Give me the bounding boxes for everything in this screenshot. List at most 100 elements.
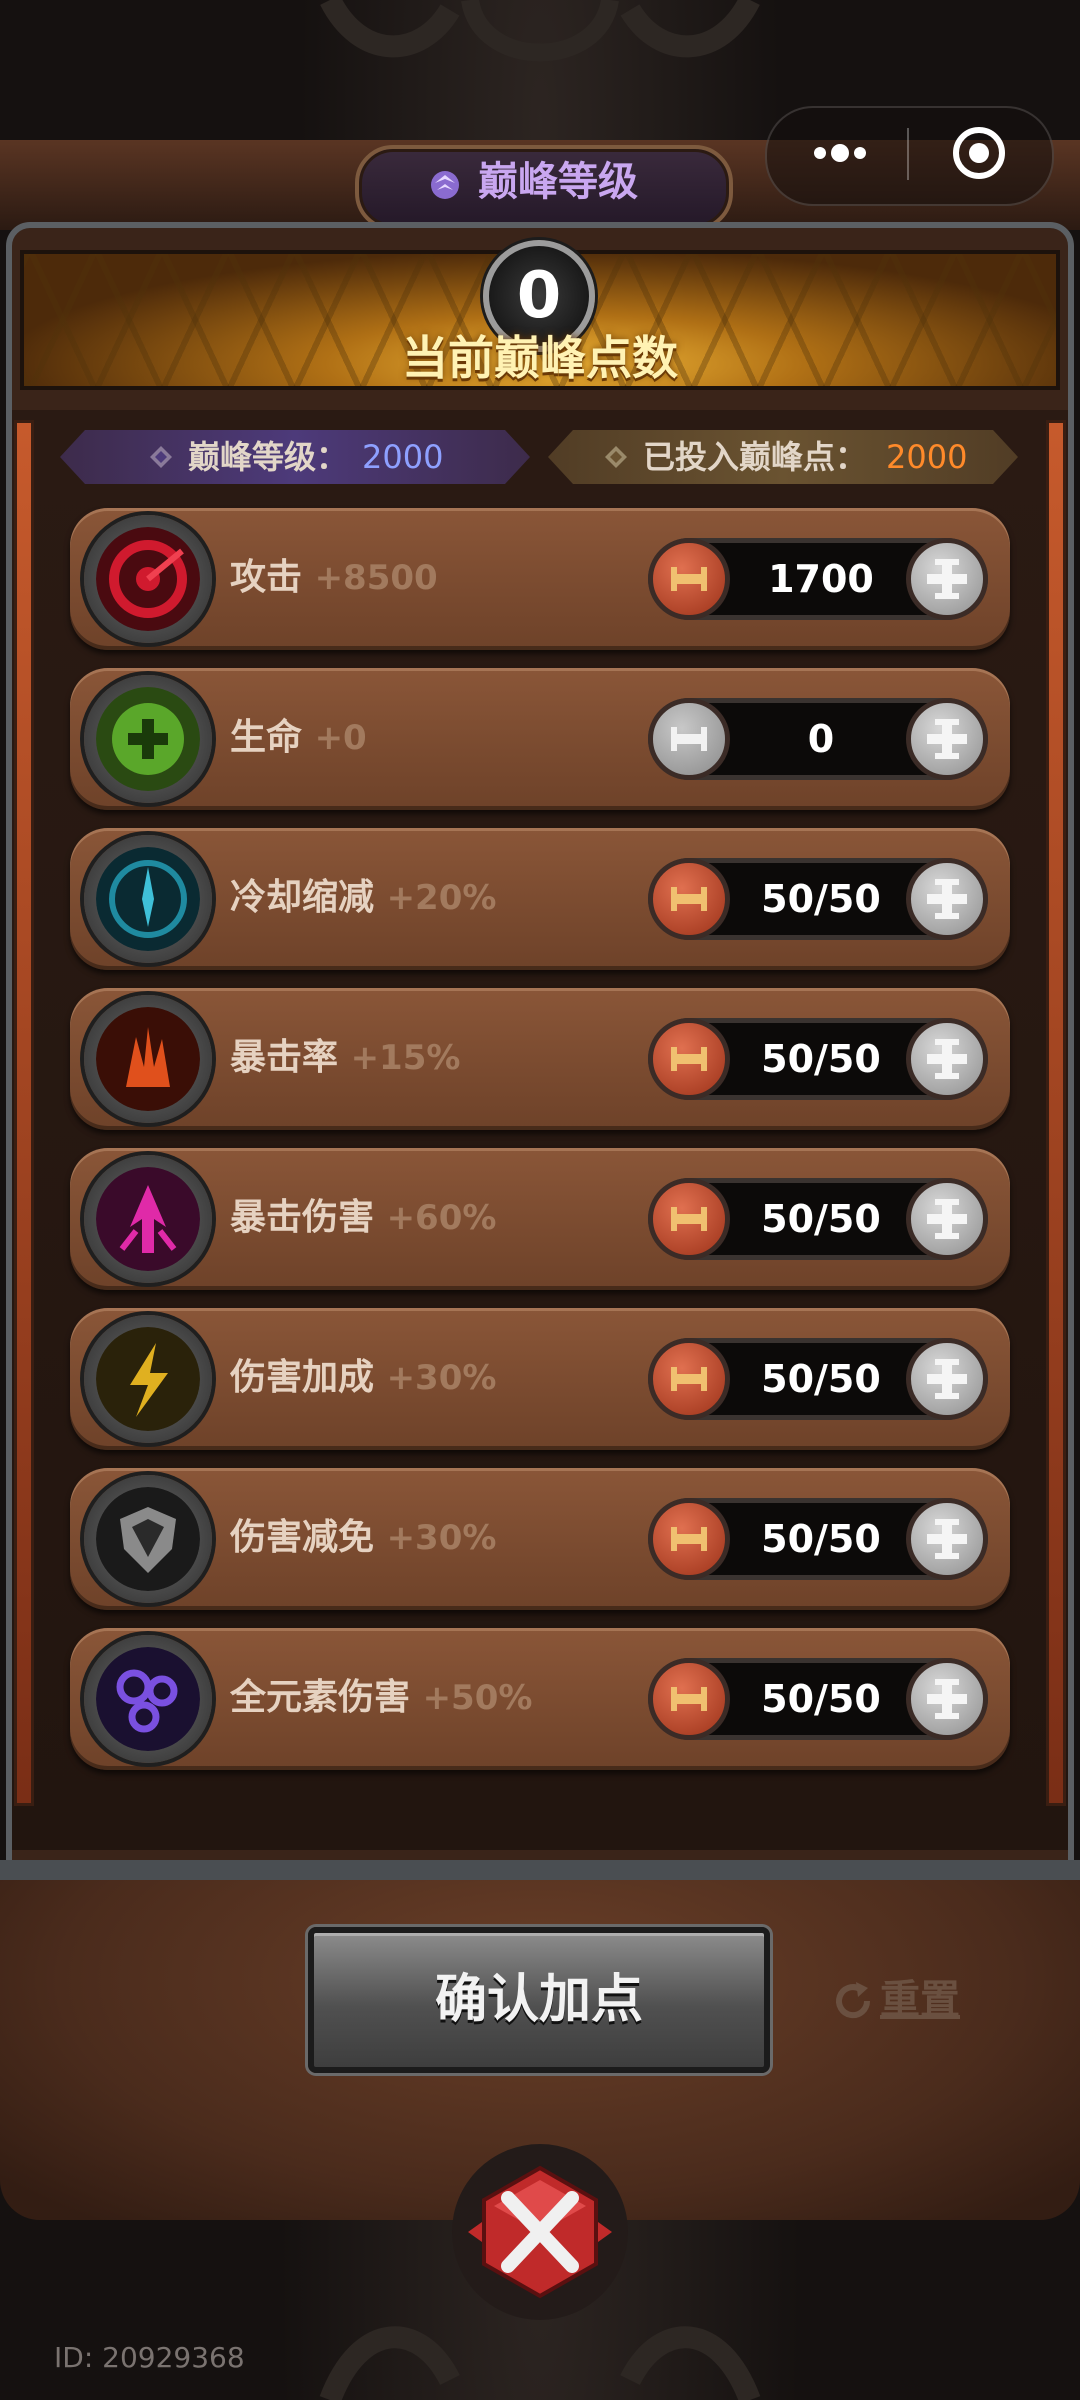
stat-name: 全元素伤害 xyxy=(230,1677,411,1718)
decrease-button[interactable] xyxy=(648,538,730,620)
increase-button[interactable] xyxy=(906,1338,988,1420)
minus-icon xyxy=(671,887,707,911)
decrease-button[interactable] xyxy=(648,1498,730,1580)
increase-button[interactable] xyxy=(906,1178,988,1260)
stat-row: 生命 +0 0 xyxy=(70,668,1010,810)
stat-label: 伤害加成 +30% xyxy=(230,1348,496,1408)
stat-row: 暴击伤害 +60% 50/50 xyxy=(70,1148,1010,1290)
stat-icon-frame xyxy=(84,1475,212,1603)
stat-stepper: 1700 xyxy=(648,538,988,620)
minus-icon xyxy=(671,727,707,751)
stat-row: 全元素伤害 +50% 50/50 xyxy=(70,1628,1010,1770)
decrease-button[interactable] xyxy=(648,858,730,940)
increase-button[interactable] xyxy=(906,698,988,780)
decrease-button[interactable] xyxy=(648,1178,730,1260)
stat-name: 攻击 xyxy=(230,557,303,598)
stat-bonus: +30% xyxy=(386,1358,497,1398)
stat-name: 暴击率 xyxy=(230,1037,339,1078)
stat-stepper: 50/50 xyxy=(648,1338,988,1420)
increase-button[interactable] xyxy=(906,1658,988,1740)
bottom-divider xyxy=(0,1860,1080,1880)
confirm-points-label: 确认加点 xyxy=(434,1970,643,2030)
stat-points-value: 1700 xyxy=(768,557,874,601)
stat-points-value: 50/50 xyxy=(761,1517,881,1561)
peak-level-label: 巅峰等级： xyxy=(188,438,349,476)
stat-row: 冷却缩减 +20% 50/50 xyxy=(70,828,1010,970)
stat-stepper: 50/50 xyxy=(648,1178,988,1260)
minus-icon xyxy=(671,1207,707,1231)
increase-button[interactable] xyxy=(906,1018,988,1100)
current-peak-points-label: 当前巅峰点数 xyxy=(402,331,678,385)
stat-row: 攻击 +8500 1700 xyxy=(70,508,1010,650)
stat-bonus: +15% xyxy=(350,1038,461,1078)
stat-label: 攻击 +8500 xyxy=(230,548,438,608)
minus-icon xyxy=(671,1047,707,1071)
stat-stepper: 50/50 xyxy=(648,1658,988,1740)
stat-stepper: 0 xyxy=(648,698,988,780)
stat-label: 生命 +0 xyxy=(230,708,367,768)
invested-points-value: 2000 xyxy=(886,438,968,476)
attack-target-icon xyxy=(96,527,200,631)
stat-name: 生命 xyxy=(230,717,303,758)
elemental-damage-orbs-icon xyxy=(96,1647,200,1751)
stat-icon-frame xyxy=(84,675,212,803)
target-icon xyxy=(953,127,1005,179)
plus-icon xyxy=(927,1039,967,1079)
stat-icon-frame xyxy=(84,995,212,1123)
stat-row: 暴击率 +15% 50/50 xyxy=(70,988,1010,1130)
stat-label: 冷却缩减 +20% xyxy=(230,868,496,928)
right-rail xyxy=(1046,420,1066,1806)
more-dots-icon xyxy=(814,144,866,162)
capsule-divider xyxy=(907,128,909,180)
stat-bonus: +8500 xyxy=(314,558,438,598)
stat-icon-frame xyxy=(84,1635,212,1763)
stat-bonus: +30% xyxy=(386,1518,497,1558)
plus-icon xyxy=(927,1199,967,1239)
decrease-button[interactable] xyxy=(648,698,730,780)
cooldown-clock-icon xyxy=(96,847,200,951)
increase-button[interactable] xyxy=(906,538,988,620)
plus-icon xyxy=(927,1519,967,1559)
stat-bonus: +60% xyxy=(386,1198,497,1238)
close-button[interactable] xyxy=(448,2140,632,2324)
stat-bonus: +0 xyxy=(314,718,367,758)
more-button[interactable] xyxy=(800,130,880,176)
close-miniprogram-button[interactable] xyxy=(945,124,1013,182)
stat-points-value: 50/50 xyxy=(761,1677,881,1721)
minus-icon xyxy=(671,1367,707,1391)
decrease-button[interactable] xyxy=(648,1658,730,1740)
stat-icon-frame xyxy=(84,1315,212,1443)
stat-name: 伤害减免 xyxy=(230,1517,375,1558)
stat-points-value: 50/50 xyxy=(761,1197,881,1241)
refresh-icon xyxy=(836,1982,871,2019)
page-title: 巅峰等级 xyxy=(478,159,638,205)
diamond-icon xyxy=(150,446,172,468)
peak-level-value: 2000 xyxy=(362,438,444,476)
stat-name: 暴击伤害 xyxy=(230,1197,375,1238)
stat-icon-frame xyxy=(84,1155,212,1283)
stat-label: 暴击率 +15% xyxy=(230,1028,460,1088)
stat-stepper: 50/50 xyxy=(648,858,988,940)
increase-button[interactable] xyxy=(906,858,988,940)
stat-label: 暴击伤害 +60% xyxy=(230,1188,496,1248)
peak-level-icon xyxy=(431,171,459,199)
crit-damage-arrow-icon xyxy=(96,1167,200,1271)
stat-row: 伤害减免 +30% 50/50 xyxy=(70,1468,1010,1610)
minus-icon xyxy=(671,567,707,591)
stat-points-value: 50/50 xyxy=(761,1357,881,1401)
stat-points-value: 50/50 xyxy=(761,877,881,921)
plus-icon xyxy=(927,1679,967,1719)
stat-name: 伤害加成 xyxy=(230,1357,375,1398)
diamond-icon xyxy=(605,446,627,468)
stat-icon-frame xyxy=(84,515,212,643)
minus-icon xyxy=(671,1687,707,1711)
reset-button[interactable]: 重置 xyxy=(830,1970,980,2030)
plus-icon xyxy=(927,1359,967,1399)
close-icon xyxy=(452,2144,628,2320)
decrease-button[interactable] xyxy=(648,1338,730,1420)
decrease-button[interactable] xyxy=(648,1018,730,1100)
increase-button[interactable] xyxy=(906,1498,988,1580)
plus-icon xyxy=(927,719,967,759)
stat-icon-frame xyxy=(84,835,212,963)
crit-rate-flame-icon xyxy=(96,1007,200,1111)
